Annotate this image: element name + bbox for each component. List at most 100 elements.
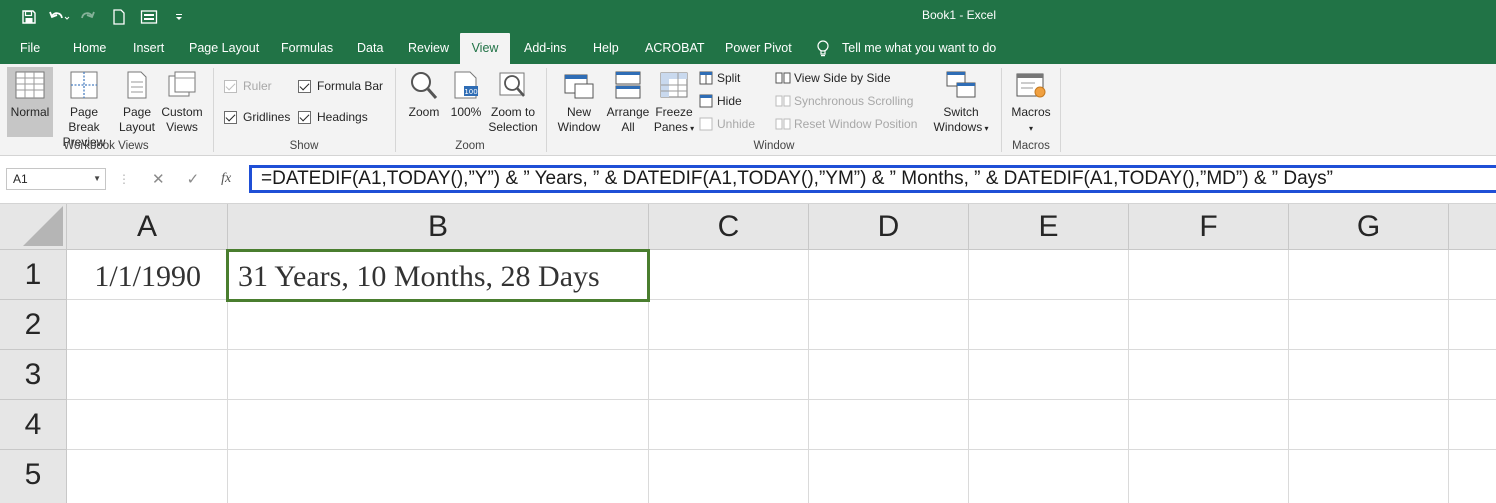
column-header-g[interactable]: G <box>1289 204 1449 250</box>
cell-e5[interactable] <box>969 450 1129 503</box>
chevron-down-icon[interactable]: ▼ <box>93 169 101 189</box>
cell-b4[interactable] <box>228 400 649 450</box>
cell-d5[interactable] <box>809 450 969 503</box>
headings-checkbox[interactable]: Headings <box>298 107 368 127</box>
row-header-5[interactable]: 5 <box>0 450 67 503</box>
cancel-icon[interactable]: ✕ <box>152 170 165 188</box>
column-header-partial[interactable] <box>1449 204 1496 250</box>
tab-file[interactable]: File <box>20 33 40 64</box>
hide-icon <box>699 94 713 108</box>
cell-h5[interactable] <box>1449 450 1496 503</box>
separator-dots-icon: ⋮ <box>118 172 130 186</box>
cell-a4[interactable] <box>67 400 228 450</box>
view-side-by-side-button[interactable]: View Side by Side <box>775 68 891 88</box>
cell-a2[interactable] <box>67 300 228 350</box>
tab-formulas[interactable]: Formulas <box>281 33 333 64</box>
tell-me-box[interactable]: Tell me what you want to do <box>816 33 996 64</box>
cell-e3[interactable] <box>969 350 1129 400</box>
cell-c3[interactable] <box>649 350 809 400</box>
insert-function-icon[interactable]: fx <box>221 171 231 187</box>
tab-review[interactable]: Review <box>408 33 449 64</box>
cell-e1[interactable] <box>969 250 1129 300</box>
cell-d1[interactable] <box>809 250 969 300</box>
zoom-100-button[interactable]: 100 100% <box>449 67 483 120</box>
enter-icon[interactable]: ✓ <box>187 170 200 188</box>
column-header-b[interactable]: B <box>228 204 649 250</box>
cell-d3[interactable] <box>809 350 969 400</box>
cell-h2[interactable] <box>1449 300 1496 350</box>
cell-b2[interactable] <box>228 300 649 350</box>
gridlines-checkbox[interactable]: Gridlines <box>224 107 290 127</box>
freeze-panes-button[interactable]: Freeze Panes ▾ <box>652 67 696 136</box>
arrange-all-button[interactable]: Arrange All <box>605 67 651 135</box>
worksheet-grid: A B C D E F G 1 2 3 4 5 1/1/1990 31 Year… <box>0 204 1496 503</box>
row-header-1[interactable]: 1 <box>0 250 67 300</box>
normal-view-button[interactable]: Normal <box>7 67 53 137</box>
column-header-a[interactable]: A <box>67 204 228 250</box>
cell-g4[interactable] <box>1289 400 1449 450</box>
cell-c4[interactable] <box>649 400 809 450</box>
cell-a1[interactable]: 1/1/1990 <box>67 250 228 300</box>
cell-f2[interactable] <box>1129 300 1289 350</box>
zoom-to-selection-button[interactable]: Zoom to Selection <box>486 67 540 135</box>
cell-f1[interactable] <box>1129 250 1289 300</box>
cell-e4[interactable] <box>969 400 1129 450</box>
column-header-c[interactable]: C <box>649 204 809 250</box>
cell-g1[interactable] <box>1289 250 1449 300</box>
cell-g3[interactable] <box>1289 350 1449 400</box>
side-by-side-icon <box>775 72 791 84</box>
cell-c2[interactable] <box>649 300 809 350</box>
formula-bar-checkbox[interactable]: Formula Bar <box>298 76 383 96</box>
tab-insert[interactable]: Insert <box>133 33 164 64</box>
custom-views-button[interactable]: Custom Views <box>159 67 205 135</box>
cell-a3[interactable] <box>67 350 228 400</box>
column-header-d[interactable]: D <box>809 204 969 250</box>
cell-b3[interactable] <box>228 350 649 400</box>
page-layout-view-button[interactable]: Page Layout <box>117 67 157 135</box>
new-window-button[interactable]: New Window <box>555 67 603 135</box>
cell-f4[interactable] <box>1129 400 1289 450</box>
svg-text:100: 100 <box>464 88 477 96</box>
split-button[interactable]: Split <box>699 68 740 88</box>
cell-a5[interactable] <box>67 450 228 503</box>
macros-button[interactable]: Macros ▾ <box>1008 67 1054 136</box>
tab-help[interactable]: Help <box>593 33 619 64</box>
row-header-2[interactable]: 2 <box>0 300 67 350</box>
unhide-icon <box>699 117 713 131</box>
select-all-button[interactable] <box>0 204 67 250</box>
cell-f5[interactable] <box>1129 450 1289 503</box>
cell-g5[interactable] <box>1289 450 1449 503</box>
cell-d2[interactable] <box>809 300 969 350</box>
tab-data[interactable]: Data <box>357 33 383 64</box>
tab-page-layout[interactable]: Page Layout <box>189 33 259 64</box>
cell-h4[interactable] <box>1449 400 1496 450</box>
row-header-3[interactable]: 3 <box>0 350 67 400</box>
cell-h1[interactable] <box>1449 250 1496 300</box>
column-header-f[interactable]: F <box>1129 204 1289 250</box>
tab-power-pivot[interactable]: Power Pivot <box>725 33 792 64</box>
cell-c1[interactable] <box>649 250 809 300</box>
row-header-4[interactable]: 4 <box>0 400 67 450</box>
group-separator <box>546 68 547 152</box>
tab-add-ins[interactable]: Add-ins <box>524 33 566 64</box>
tab-home[interactable]: Home <box>73 33 106 64</box>
hide-button[interactable]: Hide <box>699 91 742 111</box>
split-icon <box>699 71 713 85</box>
page-break-preview-button[interactable]: Page Break Preview <box>55 67 113 150</box>
formula-input[interactable]: =DATEDIF(A1,TODAY(),”Y”) & ” Years, ” & … <box>249 165 1496 193</box>
tab-view[interactable]: View <box>460 33 510 64</box>
group-label-workbook-views: Workbook Views <box>63 140 149 152</box>
cell-h3[interactable] <box>1449 350 1496 400</box>
cell-f3[interactable] <box>1129 350 1289 400</box>
cell-d4[interactable] <box>809 400 969 450</box>
switch-windows-button[interactable]: Switch Windows ▾ <box>930 67 992 136</box>
column-header-e[interactable]: E <box>969 204 1129 250</box>
cell-e2[interactable] <box>969 300 1129 350</box>
cell-c5[interactable] <box>649 450 809 503</box>
cell-b5[interactable] <box>228 450 649 503</box>
name-box[interactable]: A1 ▼ <box>6 168 106 190</box>
zoom-button[interactable]: Zoom <box>403 67 445 120</box>
tab-acrobat[interactable]: ACROBAT <box>645 33 705 64</box>
title-bar: Book1 - Excel <box>0 0 1496 33</box>
cell-g2[interactable] <box>1289 300 1449 350</box>
